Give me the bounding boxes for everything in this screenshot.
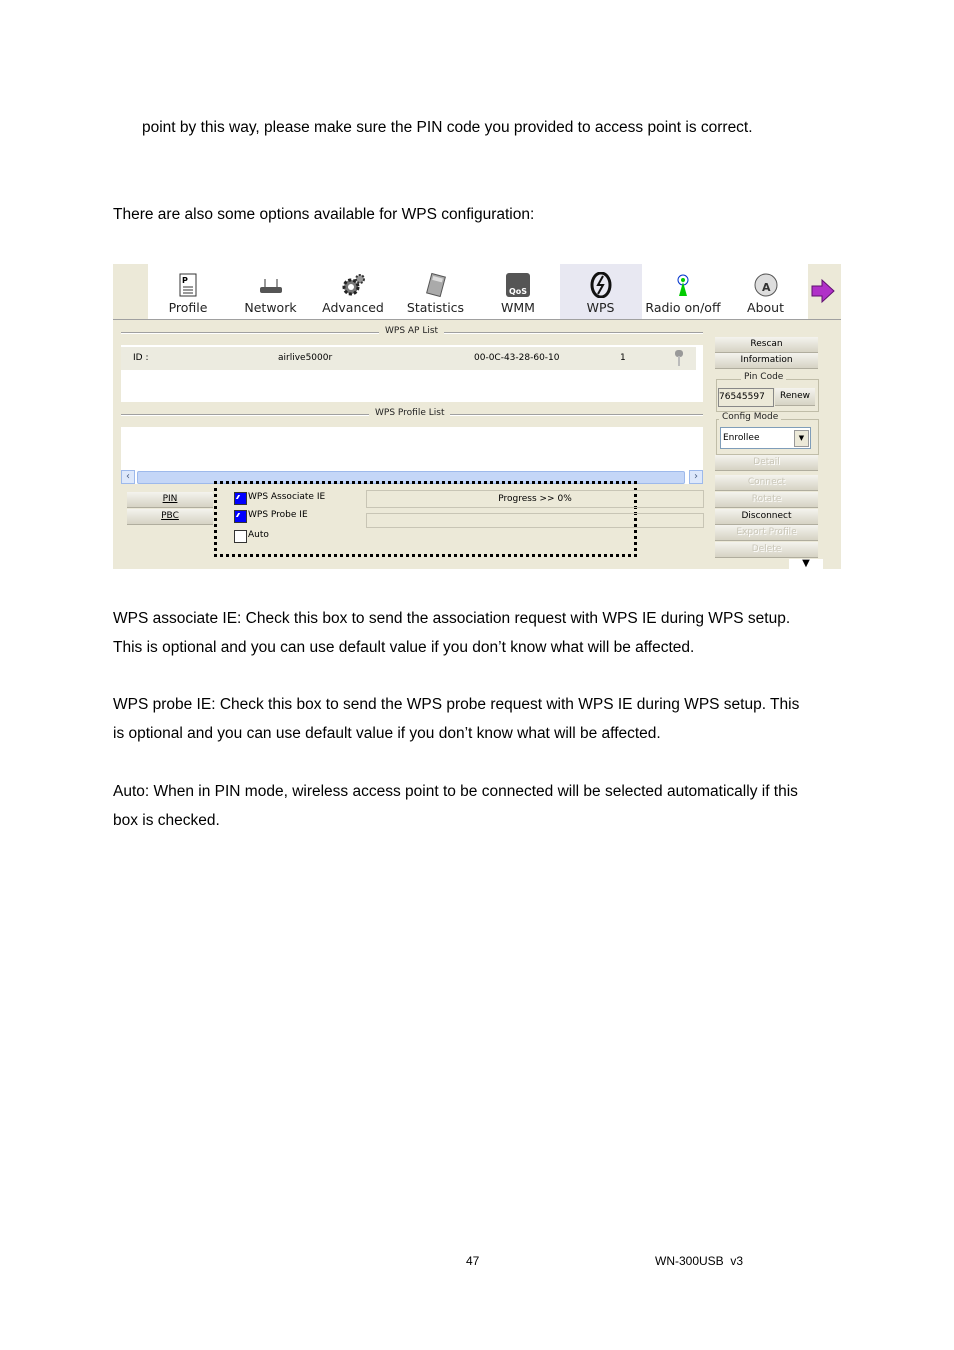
paragraph: WPS probe IE: Check this box to send the…: [113, 696, 800, 713]
pin-button[interactable]: PIN: [127, 492, 213, 508]
toolbar-item-wmm[interactable]: QoS WMM: [477, 264, 559, 319]
wps-probe-ie-label: WPS Probe IE: [248, 510, 308, 520]
pin-code-title: Pin Code: [741, 372, 787, 382]
radio-icon: [670, 272, 696, 298]
svg-text:A: A: [762, 281, 771, 294]
paragraph: is optional and you can use default valu…: [113, 725, 661, 742]
export-profile-button[interactable]: Export Profile: [715, 525, 818, 541]
progress-status: Progress >> 0%: [366, 490, 704, 508]
paragraph: There are also some options available fo…: [113, 206, 535, 223]
auto-checkbox[interactable]: [234, 530, 247, 543]
toolbar-item-statistics[interactable]: Statistics: [395, 264, 477, 319]
ap-bssid: 00-0C-43-28-60-10: [474, 353, 560, 363]
pin-code-field[interactable]: 76545597: [718, 388, 774, 407]
network-icon: [258, 272, 284, 298]
wps-probe-ie-checkbox[interactable]: [234, 510, 247, 523]
paragraph: point by this way, please make sure the …: [142, 119, 753, 136]
toolbar-item-network[interactable]: Network: [230, 264, 312, 319]
toolbar-label: Statistics: [406, 300, 465, 315]
auto-label: Auto: [248, 530, 269, 540]
scroll-left-icon[interactable]: ‹: [121, 470, 135, 484]
toolbar-label: Network: [244, 300, 297, 315]
ap-row[interactable]: ID : airlive5000r 00-0C-43-28-60-10 1: [121, 347, 696, 370]
key-icon: [675, 350, 683, 367]
progress-bar: [366, 513, 704, 528]
scroll-right-icon[interactable]: ›: [689, 470, 703, 484]
wps-associate-ie-checkbox[interactable]: [234, 492, 247, 505]
ap-list-title: WPS AP List: [379, 326, 445, 336]
wps-utility-screenshot: P Profile Network Advanced Statistics QoS WMM W…: [113, 264, 841, 569]
toolbar-label: Profile: [168, 300, 208, 315]
paragraph: This is optional and you can use default…: [113, 639, 695, 656]
toolbar-item-profile[interactable]: P Profile: [147, 264, 229, 319]
page-number: 47: [466, 1254, 480, 1268]
advanced-icon: [340, 272, 366, 298]
toolbar-item-about[interactable]: A About: [725, 264, 807, 319]
svg-text:QoS: QoS: [509, 287, 527, 296]
profile-list[interactable]: [121, 427, 703, 470]
delete-button[interactable]: Delete: [715, 542, 818, 558]
toolbar-label: WPS: [586, 300, 615, 315]
toolbar-item-wps[interactable]: WPS: [559, 264, 642, 319]
toolbar-label: Advanced: [322, 300, 384, 315]
statistics-icon: [423, 272, 449, 298]
paragraph: box is checked.: [113, 812, 220, 829]
wps-associate-ie-label: WPS Associate IE: [248, 492, 326, 502]
next-arrow-icon[interactable]: [810, 278, 836, 304]
model-footer: WN-300USB v3: [655, 1254, 744, 1268]
config-mode-select[interactable]: Enrollee ▼: [720, 427, 811, 449]
toolbar-label: Radio on/off: [645, 300, 721, 315]
chevron-down-icon[interactable]: ▼: [794, 430, 809, 447]
ap-id-label: ID :: [133, 353, 149, 363]
document-page: point by this way, please make sure the …: [0, 0, 954, 1350]
rotate-button[interactable]: Rotate: [715, 492, 818, 508]
profile-list-title: WPS Profile List: [369, 408, 451, 418]
disconnect-button[interactable]: Disconnect: [715, 509, 818, 525]
detail-button[interactable]: Detail: [715, 455, 818, 471]
about-icon: A: [753, 272, 779, 298]
paragraph: WPS associate IE: Check this box to send…: [113, 610, 791, 627]
profile-icon: P: [175, 272, 201, 298]
config-mode-title: Config Mode: [719, 412, 782, 422]
wps-icon: [588, 271, 614, 299]
paragraph: Auto: When in PIN mode, wireless access …: [113, 783, 798, 800]
ap-channel: 1: [620, 353, 626, 363]
information-button[interactable]: Information: [715, 353, 818, 369]
connect-button[interactable]: Connect: [715, 475, 818, 491]
pbc-button[interactable]: PBC: [127, 509, 213, 525]
ap-list: ID : airlive5000r 00-0C-43-28-60-10 1: [121, 345, 703, 402]
wmm-icon: QoS: [505, 272, 531, 298]
rescan-button[interactable]: Rescan: [715, 337, 818, 353]
config-mode-value: Enrollee: [723, 433, 760, 443]
ap-ssid: airlive5000r: [278, 353, 333, 363]
toolbar-item-radio-on-off[interactable]: Radio on/off: [642, 264, 724, 319]
toolbar-label: About: [747, 300, 784, 315]
toolbar-label: WMM: [501, 300, 535, 315]
svg-text:P: P: [182, 276, 188, 285]
expand-down-icon[interactable]: ▼: [789, 559, 823, 569]
toolbar-item-advanced[interactable]: Advanced: [312, 264, 394, 319]
renew-button[interactable]: Renew: [775, 388, 815, 406]
